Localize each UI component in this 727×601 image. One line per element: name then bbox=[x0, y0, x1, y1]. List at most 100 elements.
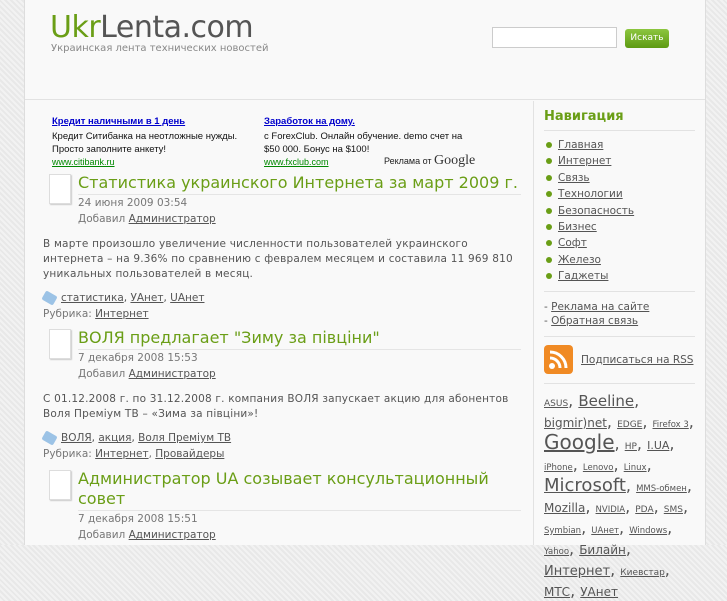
post-author: Добавил Администратор bbox=[78, 211, 521, 227]
logo-part: Lenta.com bbox=[100, 10, 254, 45]
cloud-tag[interactable]: ASUS bbox=[544, 399, 568, 409]
document-icon bbox=[49, 329, 71, 359]
cloud-tag[interactable]: Google bbox=[544, 430, 615, 454]
cloud-tag[interactable]: Киевстар bbox=[620, 568, 665, 578]
added-label: Добавил bbox=[78, 368, 126, 380]
post-tags: статистика, УАнет, UАнет bbox=[41, 290, 521, 306]
tag-icon bbox=[41, 290, 58, 306]
nav-item: Бизнес bbox=[544, 219, 695, 235]
added-label: Добавил bbox=[78, 213, 126, 225]
tag-link[interactable]: статистика bbox=[61, 292, 124, 304]
author-link[interactable]: Администратор bbox=[129, 213, 216, 225]
ad-url-link[interactable]: www.citibank.ru bbox=[52, 157, 115, 167]
cloud-tag[interactable]: PDA bbox=[635, 505, 653, 515]
post-body: С 01.12.2008 г. по 31.12.2008 г. компани… bbox=[43, 393, 509, 420]
cloud-tag[interactable]: EDGE bbox=[617, 420, 642, 430]
nav-link[interactable]: Железо bbox=[558, 254, 601, 266]
document-icon bbox=[49, 470, 71, 500]
rubric-link[interactable]: Интернет bbox=[95, 308, 148, 320]
ad-url-link[interactable]: www.fxclub.com bbox=[264, 157, 329, 167]
cloud-tag[interactable]: iPhone bbox=[544, 463, 573, 473]
cloud-tag[interactable]: Microsoft bbox=[544, 475, 626, 496]
rubric-link[interactable]: Провайдеры bbox=[155, 448, 224, 460]
post-author: Добавил Администратор bbox=[78, 366, 521, 382]
author-link[interactable]: Администратор bbox=[129, 368, 216, 380]
added-label: Добавил bbox=[78, 529, 126, 541]
cloud-tag[interactable]: SMS bbox=[664, 505, 683, 515]
nav-item: Железо bbox=[544, 252, 695, 268]
author-link[interactable]: Администратор bbox=[129, 529, 216, 541]
cloud-tag[interactable]: Yahoo bbox=[544, 547, 569, 557]
post: Статистика украинского Интернета за март… bbox=[41, 173, 521, 320]
nav-link[interactable]: Безопасность bbox=[558, 205, 634, 217]
rubric-label: Рубрика: bbox=[43, 448, 92, 460]
cloud-tag[interactable]: NVIDIA bbox=[596, 505, 626, 515]
post-date: 7 декабря 2008 15:53 bbox=[78, 352, 198, 364]
header: UkrLenta.com Украинская лента технически… bbox=[25, 0, 705, 100]
post-date: 7 декабря 2008 15:51 bbox=[78, 513, 198, 525]
link-feedback[interactable]: Обратная связь bbox=[551, 315, 638, 327]
post-title[interactable]: Администратор UA созывает консультационн… bbox=[78, 469, 521, 511]
logo-part: Ukr bbox=[50, 10, 101, 45]
cloud-tag[interactable]: UАнет bbox=[591, 526, 619, 536]
nav-link[interactable]: Связь bbox=[558, 172, 590, 184]
site-logo[interactable]: UkrLenta.com bbox=[50, 10, 254, 45]
cloud-tag[interactable]: УАнет bbox=[580, 585, 618, 599]
rss-icon[interactable] bbox=[544, 344, 573, 374]
search-input[interactable] bbox=[492, 27, 617, 48]
cloud-tag[interactable]: Windows bbox=[629, 526, 667, 536]
post-title[interactable]: ВОЛЯ предлагает "Зиму за півціни" bbox=[78, 328, 521, 350]
cloud-tag[interactable]: HP bbox=[625, 442, 637, 452]
cloud-tag[interactable]: I.UA bbox=[647, 439, 669, 452]
sidebar: Навигация Главная Интернет Связь Технологии… bbox=[533, 101, 707, 599]
cloud-tag[interactable]: Firefox 3 bbox=[653, 420, 689, 430]
tag-link[interactable]: УАнет bbox=[130, 292, 163, 304]
nav-item: Связь bbox=[544, 170, 695, 186]
nav-link[interactable]: Технологии bbox=[558, 188, 623, 200]
nav-link[interactable]: Бизнес bbox=[558, 221, 597, 233]
cloud-tag[interactable]: МТС bbox=[544, 585, 570, 599]
tag-link[interactable]: UАнет bbox=[170, 292, 204, 304]
post-rubric: Рубрика: Интернет bbox=[43, 308, 521, 320]
post-body: В марте произошло увеличение численности… bbox=[43, 238, 513, 280]
rubric-link[interactable]: Интернет bbox=[95, 448, 148, 460]
nav-item: Софт bbox=[544, 235, 695, 251]
post-title[interactable]: Статистика украинского Интернета за март… bbox=[78, 173, 521, 195]
nav-item: Главная bbox=[544, 137, 695, 153]
post: Администратор UA созывает консультационн… bbox=[43, 469, 521, 543]
ads-by-google[interactable]: Реклама от Google bbox=[384, 153, 475, 169]
link-advertising[interactable]: Реклама на сайте bbox=[551, 301, 649, 313]
nav-title: Навигация bbox=[544, 109, 695, 131]
main-content: Кредит наличными в 1 день Кредит Ситибан… bbox=[25, 101, 533, 545]
tag-link[interactable]: Воля Преміум ТВ bbox=[138, 432, 231, 444]
nav-item: Гаджеты bbox=[544, 268, 695, 284]
nav-link[interactable]: Гаджеты bbox=[558, 270, 608, 282]
cloud-tag[interactable]: Linux bbox=[624, 463, 647, 473]
tag-link[interactable]: акция bbox=[98, 432, 131, 444]
ad-title-link[interactable]: Заработок на дому. bbox=[264, 115, 474, 128]
google-logo: Google bbox=[434, 153, 476, 168]
page-container: UkrLenta.com Украинская лента технически… bbox=[24, 0, 707, 599]
post: ВОЛЯ предлагает "Зиму за півціни" 7 дека… bbox=[41, 328, 521, 460]
nav-item: Интернет bbox=[544, 153, 695, 169]
extra-links: - Реклама на сайте - Обратная связь bbox=[544, 292, 695, 337]
nav-link[interactable]: Интернет bbox=[558, 155, 611, 167]
tag-link[interactable]: ВОЛЯ bbox=[61, 432, 92, 444]
cloud-tag[interactable]: Symbian bbox=[544, 526, 581, 536]
cloud-tag[interactable]: Mozilla bbox=[544, 501, 585, 515]
cloud-tag[interactable]: Lenovo bbox=[583, 463, 614, 473]
ad-item: Кредит наличными в 1 день Кредит Ситибан… bbox=[52, 115, 262, 169]
nav-link[interactable]: Софт bbox=[558, 237, 587, 249]
rss-block: Подписаться на RSS bbox=[544, 337, 695, 384]
search-button[interactable]: Искать bbox=[625, 29, 669, 48]
tag-cloud: ASUS, Beeline, bigmir)net, EDGE, Firefox… bbox=[544, 390, 694, 600]
cloud-tag[interactable]: bigmir)net bbox=[544, 416, 607, 430]
cloud-tag[interactable]: Beeline bbox=[578, 392, 634, 410]
cloud-tag[interactable]: MMS-обмен bbox=[636, 484, 687, 494]
nav-item: Безопасность bbox=[544, 203, 695, 219]
cloud-tag[interactable]: Интернет bbox=[544, 564, 610, 579]
nav-link[interactable]: Главная bbox=[558, 139, 603, 151]
rss-link[interactable]: Подписаться на RSS bbox=[581, 354, 693, 366]
ad-title-link[interactable]: Кредит наличными в 1 день bbox=[52, 115, 262, 128]
ads-by-label: Реклама от bbox=[384, 156, 432, 166]
